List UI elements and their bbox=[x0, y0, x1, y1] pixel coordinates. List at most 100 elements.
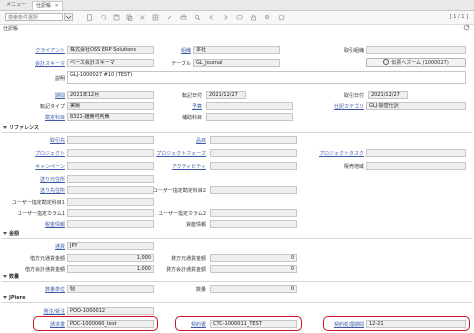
tab-journal-label: 仕訳帳 bbox=[36, 3, 52, 9]
sales-region-field[interactable] bbox=[366, 162, 466, 170]
acct-debit-field[interactable]: 1,000 bbox=[67, 265, 154, 273]
project-task-label[interactable]: プロジェクトタスク bbox=[319, 150, 364, 157]
project-phase-field[interactable] bbox=[210, 149, 297, 157]
delete-icon[interactable] bbox=[139, 14, 146, 21]
jpiere-section-header[interactable]: JPiere bbox=[2, 295, 472, 303]
bpartner-label[interactable]: 取引先 bbox=[50, 137, 65, 144]
campaign-field[interactable] bbox=[67, 162, 154, 170]
reference-section-title: リファレンス bbox=[9, 125, 39, 131]
prev-icon[interactable] bbox=[208, 14, 215, 21]
user-col2-field[interactable] bbox=[210, 209, 297, 217]
tab-close-icon[interactable]: ✕ bbox=[55, 3, 59, 9]
client-label[interactable]: クライアント bbox=[35, 47, 65, 54]
reference-section-header[interactable]: リファレンス bbox=[2, 125, 472, 133]
project-field[interactable] bbox=[67, 149, 154, 157]
attach-icon[interactable] bbox=[166, 14, 173, 21]
campaign-label[interactable]: キャンペーン bbox=[35, 163, 65, 170]
qty-field[interactable]: 0 bbox=[210, 285, 297, 293]
src-credit-field[interactable]: 0 bbox=[210, 254, 297, 262]
sub-account-field[interactable] bbox=[206, 113, 293, 121]
client-field[interactable]: 株式会社OSS ERP Solutions bbox=[67, 46, 154, 54]
loc-to-label[interactable]: 送り先住所 bbox=[40, 187, 65, 194]
save-icon[interactable] bbox=[113, 14, 120, 21]
collapse-icon bbox=[3, 232, 7, 235]
refresh-icon[interactable] bbox=[463, 24, 470, 31]
qty-label: 数量 bbox=[195, 287, 206, 293]
account-label[interactable]: 勘定科目 bbox=[45, 114, 65, 121]
org-field[interactable]: 本社 bbox=[193, 46, 280, 54]
gl-category-field[interactable] bbox=[366, 46, 466, 54]
table-field[interactable]: GL_Journal bbox=[193, 59, 280, 67]
project-task-field[interactable] bbox=[366, 149, 466, 157]
tab-menu[interactable]: メニュー bbox=[3, 1, 29, 9]
src-debit-label: 借方元通貨金額 bbox=[29, 256, 65, 262]
budget-field[interactable] bbox=[206, 102, 293, 110]
trx-date-label: 転記日付 bbox=[181, 93, 202, 99]
product-label[interactable]: 品目 bbox=[196, 137, 206, 144]
budget-label[interactable]: 予算 bbox=[192, 103, 202, 110]
quantity-section-header[interactable]: 数量 bbox=[2, 274, 472, 282]
activity-field[interactable] bbox=[210, 162, 297, 170]
user2-label: ユーザー指定勘定科目2 bbox=[152, 188, 206, 194]
loc-from-label[interactable]: 送り元住所 bbox=[40, 176, 65, 183]
order-field[interactable]: POO-1000012 bbox=[67, 307, 154, 315]
user1-field[interactable] bbox=[67, 198, 154, 206]
find-icon[interactable] bbox=[194, 14, 201, 21]
undo-icon[interactable] bbox=[100, 14, 107, 21]
trx-date-field[interactable]: 2021/12/27 bbox=[206, 91, 246, 99]
acct-credit-field[interactable]: 0 bbox=[210, 265, 297, 273]
activity-label[interactable]: アクティビティ bbox=[172, 163, 206, 170]
post-type-field[interactable]: 実績 bbox=[67, 102, 154, 110]
user-col1-label: ユーザー指定カラム1 bbox=[17, 211, 65, 217]
product-field[interactable] bbox=[210, 136, 297, 144]
user1-label: ユーザー指定勘定科目1 bbox=[11, 200, 65, 206]
user2-field[interactable] bbox=[210, 186, 297, 194]
amount-section-header[interactable]: 金額 bbox=[2, 231, 472, 239]
asset-field[interactable] bbox=[210, 220, 297, 228]
tax-field[interactable] bbox=[67, 220, 154, 228]
search-input[interactable]: 検索条件選択 bbox=[5, 13, 63, 21]
print-icon[interactable] bbox=[180, 14, 187, 21]
user-col1-field[interactable] bbox=[67, 209, 154, 217]
currency-field[interactable]: JPY bbox=[67, 242, 154, 250]
user-col2-label: ユーザー指定カラム2 bbox=[158, 211, 206, 217]
help-icon[interactable] bbox=[278, 14, 285, 21]
copy-icon[interactable] bbox=[126, 14, 133, 21]
loc-from-field[interactable] bbox=[67, 175, 154, 183]
schema-label[interactable]: 会計スキーマ bbox=[35, 60, 65, 67]
journal-category-label[interactable]: 仕訳カテゴリ bbox=[334, 103, 364, 110]
zoom-icon[interactable] bbox=[264, 14, 271, 21]
project-label[interactable]: プロジェクト bbox=[35, 150, 65, 157]
tax-label[interactable]: 税金情報 bbox=[45, 221, 65, 228]
journal-category-field[interactable]: GLJ-振替仕訳 bbox=[366, 102, 466, 110]
window-subtitle: 仕訳帳 bbox=[3, 26, 19, 32]
zoom-document-button[interactable]: 伝票へズーム (1000027) bbox=[366, 58, 466, 67]
bpartner-field[interactable] bbox=[67, 136, 154, 144]
search-dropdown-icon[interactable] bbox=[64, 13, 73, 21]
new-icon[interactable] bbox=[86, 14, 93, 21]
loc-to-field[interactable] bbox=[67, 186, 154, 194]
uom-field[interactable]: 個 bbox=[67, 285, 154, 293]
acct-date-field[interactable]: 2021/12/27 bbox=[368, 91, 408, 99]
tab-journal[interactable]: 仕訳帳 ✕ bbox=[32, 1, 63, 10]
period-label[interactable]: 期間 bbox=[55, 92, 65, 99]
quantity-section-title: 数量 bbox=[9, 274, 20, 280]
acct-date-label: 取引日付 bbox=[343, 93, 364, 99]
description-field[interactable]: GLJ-1000027 #10 (TEST) bbox=[67, 71, 466, 84]
next-icon[interactable] bbox=[222, 14, 229, 21]
order-label[interactable]: 発注/受注 bbox=[43, 308, 65, 315]
uom-label[interactable]: 数量単位 bbox=[45, 286, 65, 293]
chat-icon[interactable] bbox=[236, 14, 243, 21]
currency-label[interactable]: 通貨 bbox=[55, 243, 65, 250]
schema-field[interactable]: ベース会計スキーマ bbox=[67, 59, 154, 67]
collapse-icon bbox=[3, 126, 7, 129]
period-field[interactable]: 2021年12月 bbox=[67, 91, 154, 99]
org-label[interactable]: 組織 bbox=[181, 47, 191, 54]
project-phase-label[interactable]: プロジェクトフェーズ bbox=[156, 150, 206, 157]
src-debit-field[interactable]: 1,000 bbox=[67, 254, 154, 262]
grid-icon[interactable] bbox=[152, 14, 159, 21]
post-type-label: 転記タイプ bbox=[39, 104, 65, 110]
record-pager: [ 1 / 1 ] bbox=[449, 14, 468, 20]
account-field[interactable]: 8321-雑費可判費 bbox=[67, 113, 154, 121]
lock-icon[interactable] bbox=[250, 14, 257, 21]
